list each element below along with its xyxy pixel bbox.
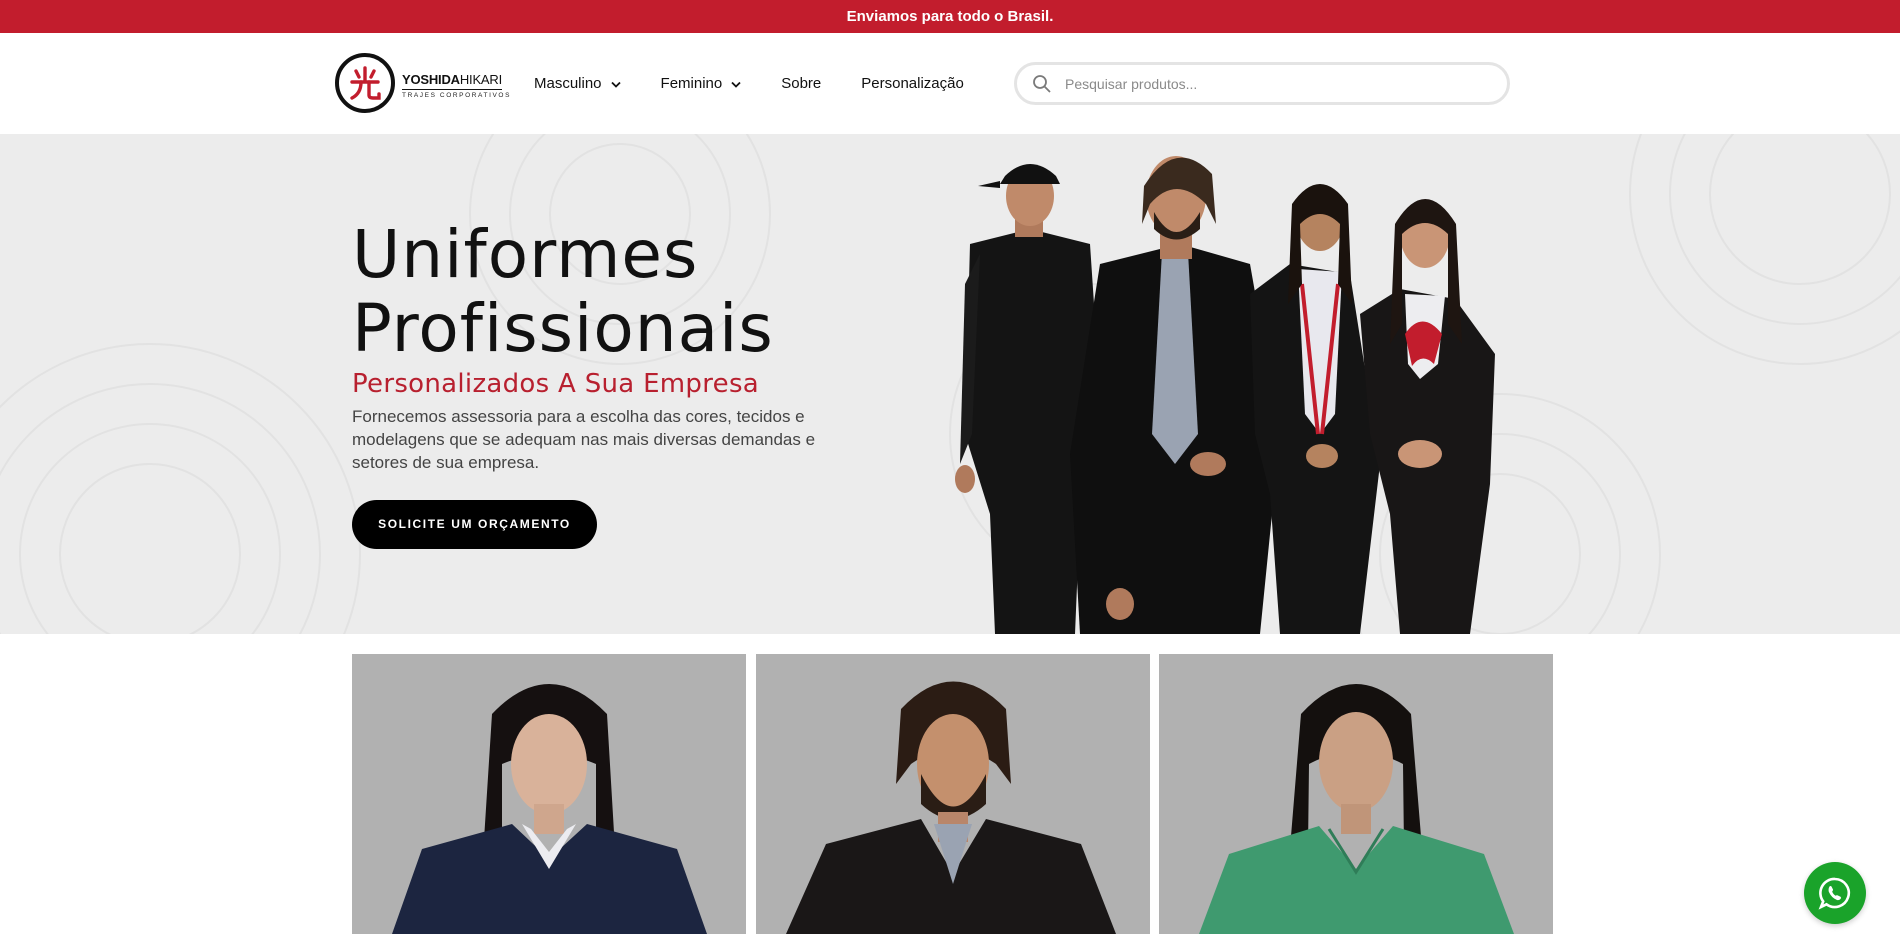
product-card-image: [352, 654, 746, 934]
nav-item-label: Sobre: [781, 75, 822, 92]
nav-item-masculino[interactable]: Masculino: [534, 75, 621, 92]
logo-icon: [335, 53, 395, 113]
hero-description: Fornecemos assessoria para a escolha das…: [352, 407, 816, 472]
logo-divider: [402, 89, 502, 90]
request-quote-button[interactable]: SOLICITE UM ORÇAMENTO: [352, 500, 597, 549]
hero-title: Uniformes Profissionais: [352, 218, 774, 366]
product-card-image: [1159, 654, 1553, 934]
hero-title-line2: Profissionais: [352, 290, 774, 367]
nav-item-feminino[interactable]: Feminino: [661, 75, 742, 92]
nav-item-sobre[interactable]: Sobre: [781, 75, 821, 92]
nav-item-label: Personalização: [861, 75, 964, 92]
site-header: YOSHIDAHIKARI TRAJES CORPORATIVOS Mascul…: [0, 33, 1900, 134]
main-nav: Masculino Feminino Sobre Personalização: [534, 33, 1004, 134]
logo-tagline: TRAJES CORPORATIVOS: [402, 92, 512, 99]
announcement-bar: Enviamos para todo o Brasil.: [0, 0, 1900, 33]
whatsapp-icon: [1818, 877, 1851, 910]
whatsapp-button[interactable]: [1804, 862, 1866, 924]
nav-item-label: Masculino: [534, 75, 602, 92]
hero-subtitle: Personalizados A Sua Empresa: [352, 369, 760, 399]
hero-title-line1: Uniformes: [352, 216, 699, 293]
product-card-women-scrubs[interactable]: [1159, 654, 1553, 934]
nav-item-personalizacao[interactable]: Personalização: [861, 75, 964, 92]
product-card-men-coat[interactable]: [756, 654, 1150, 934]
model-woman-red-scarf: [1360, 199, 1495, 634]
chevron-down-icon: [731, 75, 741, 92]
hero-models-image: [955, 156, 1495, 634]
product-card-women-cardigan[interactable]: [352, 654, 746, 934]
site-logo[interactable]: YOSHIDAHIKARI TRAJES CORPORATIVOS: [335, 53, 509, 115]
search-icon[interactable]: [1032, 74, 1052, 99]
product-card-image: [756, 654, 1150, 934]
chevron-down-icon: [610, 75, 621, 92]
search-bar: [1014, 62, 1510, 105]
search-input[interactable]: [1065, 71, 1485, 96]
model-man-suit: [1070, 156, 1280, 634]
announcement-text: Enviamos para todo o Brasil.: [846, 8, 1054, 25]
logo-wordmark: YOSHIDAHIKARI: [402, 72, 502, 87]
hero-banner: Uniformes Profissionais Personalizados A…: [0, 134, 1900, 634]
nav-item-label: Feminino: [660, 75, 723, 92]
model-woman-red-trim: [1250, 184, 1380, 634]
